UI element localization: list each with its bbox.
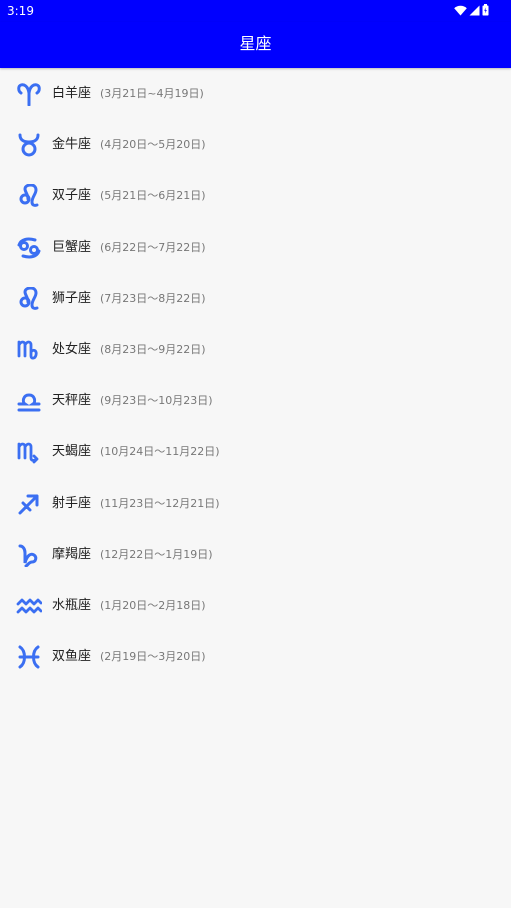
aquarius-icon [16, 594, 42, 618]
leo-icon [16, 184, 42, 208]
sign-name: 水瓶座 [52, 597, 92, 613]
sign-name: 白羊座 [52, 86, 92, 101]
status-icons [452, 4, 489, 16]
sign-name: 狮子座 [52, 290, 92, 306]
aries-icon [16, 82, 42, 106]
sign-name: 巨蟹座 [52, 239, 92, 255]
sign-dates: (3月21日~4月19日) [100, 87, 204, 100]
sign-name: 天蝎座 [52, 444, 92, 460]
virgo-icon [16, 338, 42, 362]
sign-name: 双鱼座 [52, 649, 92, 665]
sign-name: 天秤座 [52, 393, 92, 409]
sign-dates: (12月22日～1月19日) [100, 547, 213, 561]
zodiac-item-virgo[interactable]: 处女座 (8月23日～9月22日) [0, 324, 511, 375]
cell-signal-icon [467, 5, 480, 16]
sign-name: 双子座 [52, 188, 92, 204]
leo-icon [16, 286, 42, 311]
pisces-icon [16, 645, 42, 669]
sagittarius-icon [16, 492, 42, 516]
zodiac-item-capricorn[interactable]: 摩羯座 (12月22日～1月19日) [0, 529, 511, 580]
zodiac-item-leo[interactable]: 狮子座 (7月23日～8月22日) [0, 273, 511, 324]
sign-dates: (1月20日～2月18日) [100, 598, 206, 612]
sign-name: 金牛座 [52, 137, 92, 153]
sign-dates: (8月23日～9月22日) [100, 342, 206, 356]
status-bar: 3:19 [0, 0, 511, 22]
wifi-icon [452, 5, 467, 16]
taurus-icon [16, 133, 42, 157]
sign-dates: (10月24日～11月22日) [100, 445, 220, 459]
scorpio-icon [16, 440, 42, 464]
sign-dates: (5月21日～6月21日) [100, 189, 206, 203]
zodiac-item-aries[interactable]: 白羊座 (3月21日~4月19日) [0, 68, 511, 119]
sign-dates: (6月22日～7月22日) [100, 240, 206, 254]
sign-name: 射手座 [52, 495, 92, 511]
sign-dates: (11月23日～12月21日) [100, 496, 220, 510]
zodiac-item-libra[interactable]: 天秤座 (9月23日～10月23日) [0, 375, 511, 426]
zodiac-item-gemini[interactable]: 双子座 (5月21日～6月21日) [0, 170, 511, 221]
sign-name: 处女座 [52, 341, 92, 357]
zodiac-list: 白羊座 (3月21日~4月19日) 金牛座 (4月20日～5月20日) 双子座 … [0, 68, 511, 682]
sign-dates: (7月23日～8月22日) [100, 291, 206, 305]
cancer-icon [16, 236, 42, 260]
sign-dates: (9月23日～10月23日) [100, 394, 213, 408]
zodiac-item-aquarius[interactable]: 水瓶座 (1月20日～2月18日) [0, 580, 511, 631]
battery-icon [480, 4, 489, 16]
sign-name: 摩羯座 [52, 546, 92, 562]
status-time: 3:19 [7, 4, 34, 18]
zodiac-item-sagittarius[interactable]: 射手座 (11月23日～12月21日) [0, 478, 511, 529]
zodiac-item-scorpio[interactable]: 天蝎座 (10月24日～11月22日) [0, 426, 511, 477]
zodiac-item-taurus[interactable]: 金牛座 (4月20日～5月20日) [0, 119, 511, 170]
zodiac-item-cancer[interactable]: 巨蟹座 (6月22日～7月22日) [0, 222, 511, 273]
page-title: 星座 [239, 34, 272, 53]
sign-dates: (4月20日～5月20日) [100, 138, 206, 152]
app-bar: 星座 [0, 22, 511, 68]
sign-dates: (2月19日～3月20日) [100, 650, 206, 664]
zodiac-item-pisces[interactable]: 双鱼座 (2月19日～3月20日) [0, 631, 511, 682]
libra-icon [16, 389, 42, 413]
capricorn-icon [16, 543, 42, 567]
